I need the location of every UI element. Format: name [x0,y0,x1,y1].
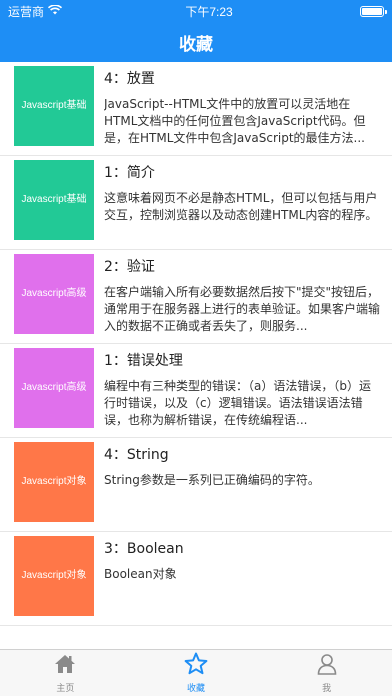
item-content: 1：错误处理编程中有三种类型的错误：（a）语法错误，（b）运行时错误，以及（c）… [94,348,392,437]
item-title: 3：Boolean [104,541,184,557]
list-item[interactable]: Javascript基础 1：简介 这意味着网页不必是静态HTML，但可以包括与用户… [0,156,392,250]
list-item[interactable]: Javascript对象 3：Boolean Boolean对象 [0,532,392,626]
carrier-label: 运营商 [8,4,45,19]
item-content: 4：String String参数是一系列已正确编码的字符。 [94,442,392,531]
item-title: 1：错误处理 [104,353,183,369]
item-description: 这意味着网页不必是静态HTML，但可以包括与用户交互，控制浏览器以及动态创建HT… [104,191,378,222]
status-time: 下午7:23 [185,4,233,19]
item-description: JavaScript--HTML文件中的放置可以灵活地在HTML文档中的任何位置… [104,97,366,145]
item-content: 1：简介这意味着网页不必是静态HTML，但可以包括与用户交互，控制浏览器以及动态… [94,160,392,249]
person-icon [316,653,338,679]
status-left: 运营商 [8,3,63,20]
tab-bar: 主页 收藏 我 [0,649,392,696]
status-right [356,5,387,17]
status-bar: 运营商 下午7:23 [0,0,392,22]
tab-home-label: 主页 [56,683,75,694]
category-thumbnail: Javascript对象 [14,442,94,522]
star-icon [184,652,208,679]
tab-favorites-label: 收藏 [187,684,206,694]
item-content: 2：验证在客户端输入所有必要数据然后按下"提交"按钮后，通常用于在服务器上进行的… [94,254,392,343]
list-item[interactable]: Javascript高级 1：错误处理 编程中有三种类型的错误：（a）语法错误，（b… [0,344,392,438]
item-title: 4：放置 [104,71,155,87]
tab-me[interactable]: 我 [261,650,392,696]
item-content: 4：放置 JavaScript--HTML文件中的放置可以灵活地在HTML文档中的… [94,66,392,155]
category-thumbnail: Javascript基础 [14,160,94,240]
item-description: String参数是一系列已正确编码的字符。 [104,473,320,487]
item-description: Boolean对象 [104,567,177,581]
battery-icon [360,5,387,17]
list-item[interactable]: Javascript基础 4：放置 JavaScript--HTML文件中的放置可以… [0,62,392,156]
item-title: 1：简介 [104,165,155,181]
list-item[interactable]: Javascript对象 4：String String参数是一系列已正确编码的字符… [0,438,392,532]
item-content: 3：Boolean Boolean对象 [94,536,392,625]
item-description: 在客户端输入所有必要数据然后按下"提交"按钮后，通常用于在服务器上进行的表单验证… [104,285,381,333]
tab-home[interactable]: 主页 [0,650,131,696]
nav-bar: 收藏 [0,22,392,62]
category-thumbnail: Javascript对象 [14,536,94,616]
list-item[interactable]: Javascript高级 2：验证 在客户端输入所有必要数据然后按下"提交"按钮后，… [0,250,392,344]
item-title: 2：验证 [104,259,155,275]
item-description: 编程中有三种类型的错误：（a）语法错误，（b）运行时错误，以及（c）逻辑错误。语… [104,379,371,427]
tab-favorites[interactable]: 收藏 [131,650,262,696]
home-icon [54,653,76,679]
category-thumbnail: Javascript高级 [14,348,94,428]
wifi-icon [47,4,63,18]
page-title: 收藏 [179,34,213,55]
category-thumbnail: Javascript基础 [14,66,94,146]
tab-me-label: 我 [322,683,332,694]
favorites-list: Javascript基础 4：放置 JavaScript--HTML文件中的放置可以… [0,62,392,649]
category-thumbnail: Javascript高级 [14,254,94,334]
item-title: 4：String [104,447,169,463]
